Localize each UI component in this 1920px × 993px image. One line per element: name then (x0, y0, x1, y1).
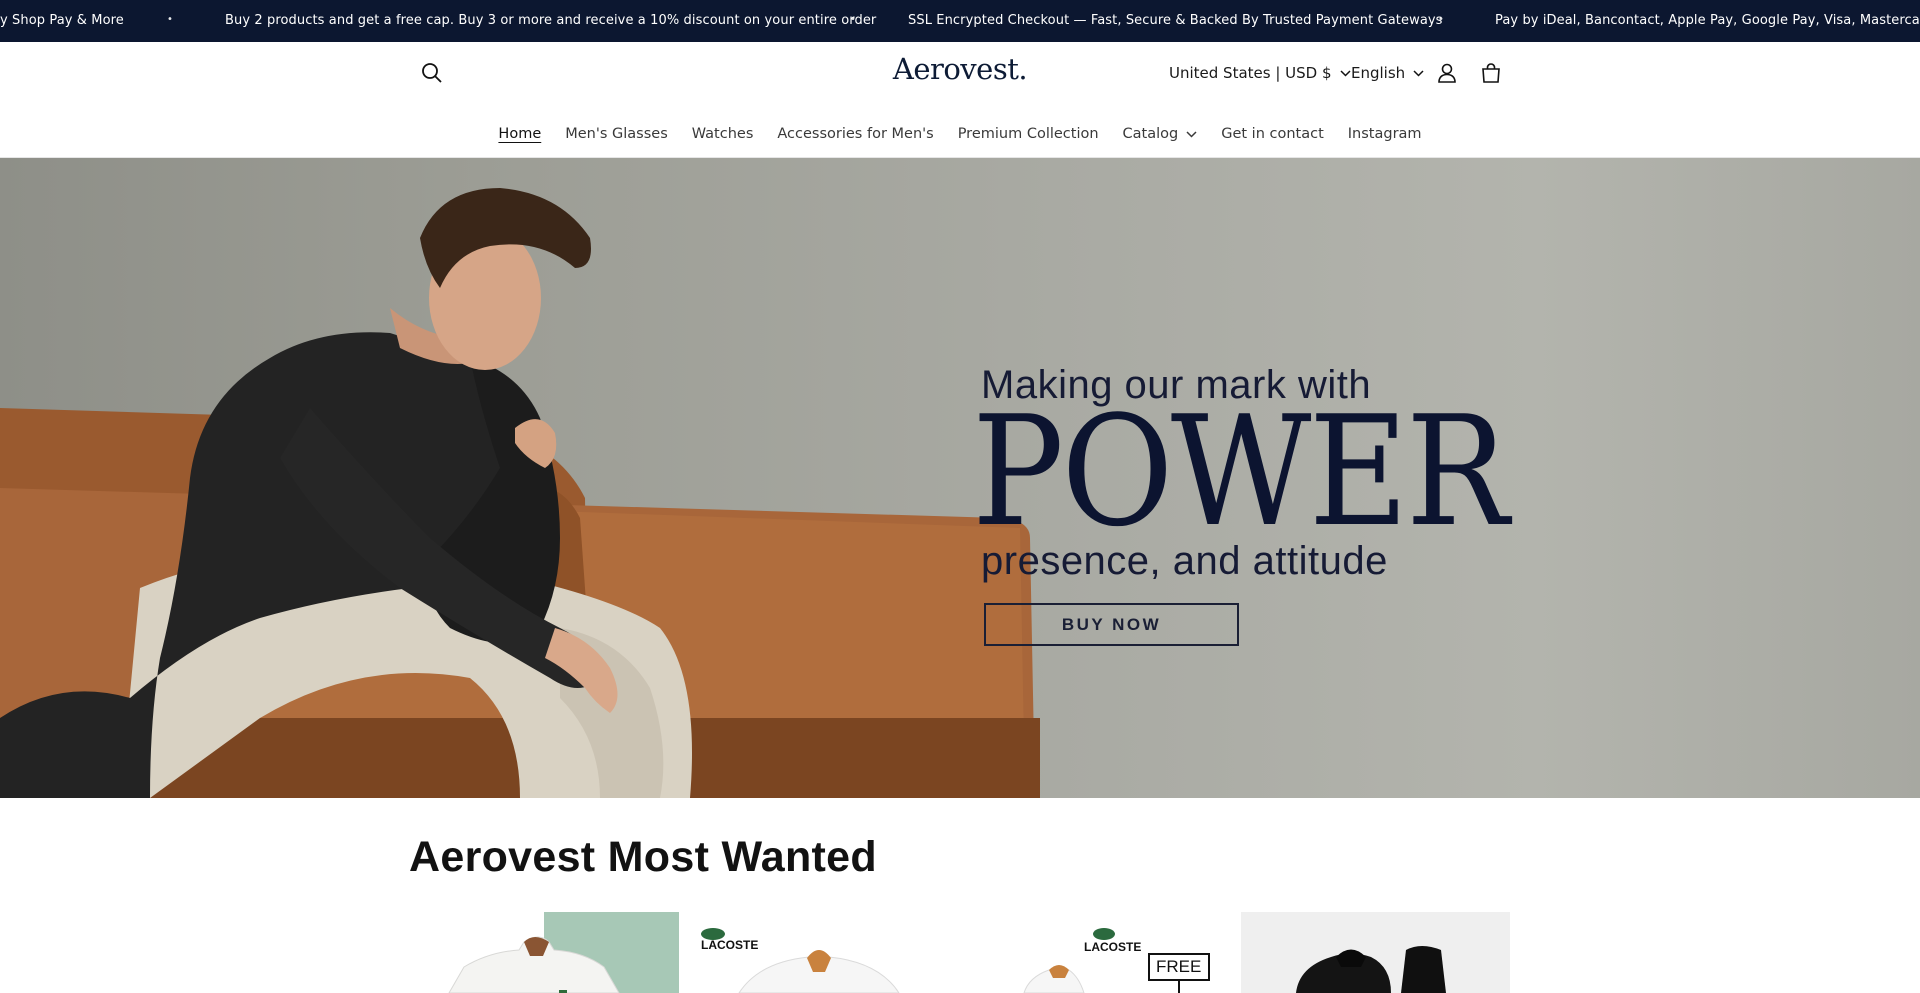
product-brand-text: LACOSTE (1084, 940, 1142, 954)
cart-icon (1482, 63, 1500, 83)
product-card[interactable] (409, 912, 679, 993)
nav-item-catalog[interactable]: Catalog (1111, 126, 1210, 142)
chevron-down-icon (1340, 69, 1351, 77)
chevron-down-icon (1413, 69, 1424, 77)
announcement-separator: • (167, 14, 173, 25)
announcement-text: SSL Encrypted Checkout — Fast, Secure & … (908, 13, 1443, 28)
announcement-bar: y Shop Pay & More • Buy 2 products and g… (0, 0, 1920, 42)
cart-button[interactable] (1473, 55, 1509, 91)
announcement-text: y Shop Pay & More (0, 13, 124, 28)
announcement-text: Buy 2 products and get a free cap. Buy 3… (225, 13, 877, 28)
language-label: English (1351, 64, 1406, 82)
nav-item-catalog-label: Catalog (1122, 126, 1179, 142)
nav-item-get-in-contact[interactable]: Get in contact (1209, 126, 1336, 142)
section-title: Aerovest Most Wanted (409, 833, 877, 881)
announcement-separator: • (1438, 14, 1444, 25)
product-card[interactable]: LACOSTE (679, 912, 949, 993)
buy-now-button[interactable]: BUY NOW (984, 603, 1239, 646)
hero-banner: Making our mark with POWER presence, and… (0, 158, 1920, 798)
nav-item-mens-glasses[interactable]: Men's Glasses (553, 126, 680, 142)
country-selector[interactable]: United States | USD $ (1169, 64, 1351, 82)
nav-item-instagram[interactable]: Instagram (1336, 126, 1434, 142)
product-card[interactable]: LACOSTE FREE (949, 912, 1219, 993)
nav-item-premium-collection[interactable]: Premium Collection (946, 126, 1111, 142)
hero-headline: POWER (972, 383, 1509, 560)
nav-item-watches[interactable]: Watches (680, 126, 766, 142)
site-header: Aerovest. United States | USD $ English … (0, 42, 1920, 158)
product-badge: FREE (1156, 957, 1202, 976)
main-nav: Home Men's Glasses Watches Accessories f… (0, 126, 1920, 142)
hero-subline: presence, and attitude (981, 539, 1388, 583)
account-icon (1438, 63, 1456, 83)
product-grid: LACOSTE LACOSTE FREE (409, 912, 1510, 993)
product-image (1241, 912, 1510, 993)
site-logo: Aerovest. (0, 52, 1920, 86)
product-image (679, 912, 949, 993)
country-label: United States | USD $ (1169, 64, 1332, 82)
hero-image (0, 188, 1040, 798)
announcement-text: Pay by iDeal, Bancontact, Apple Pay, Goo… (1495, 13, 1920, 28)
language-selector[interactable]: English (1351, 64, 1424, 82)
chevron-down-icon (1186, 130, 1197, 138)
nav-item-accessories[interactable]: Accessories for Men's (765, 126, 945, 142)
product-brand-text: LACOSTE (701, 938, 759, 952)
account-button[interactable] (1429, 55, 1465, 91)
product-image (409, 912, 679, 993)
product-card[interactable] (1241, 912, 1510, 993)
logo-link[interactable]: Aerovest. (893, 52, 1028, 86)
nav-item-home[interactable]: Home (486, 126, 553, 142)
announcement-separator: • (850, 14, 856, 25)
